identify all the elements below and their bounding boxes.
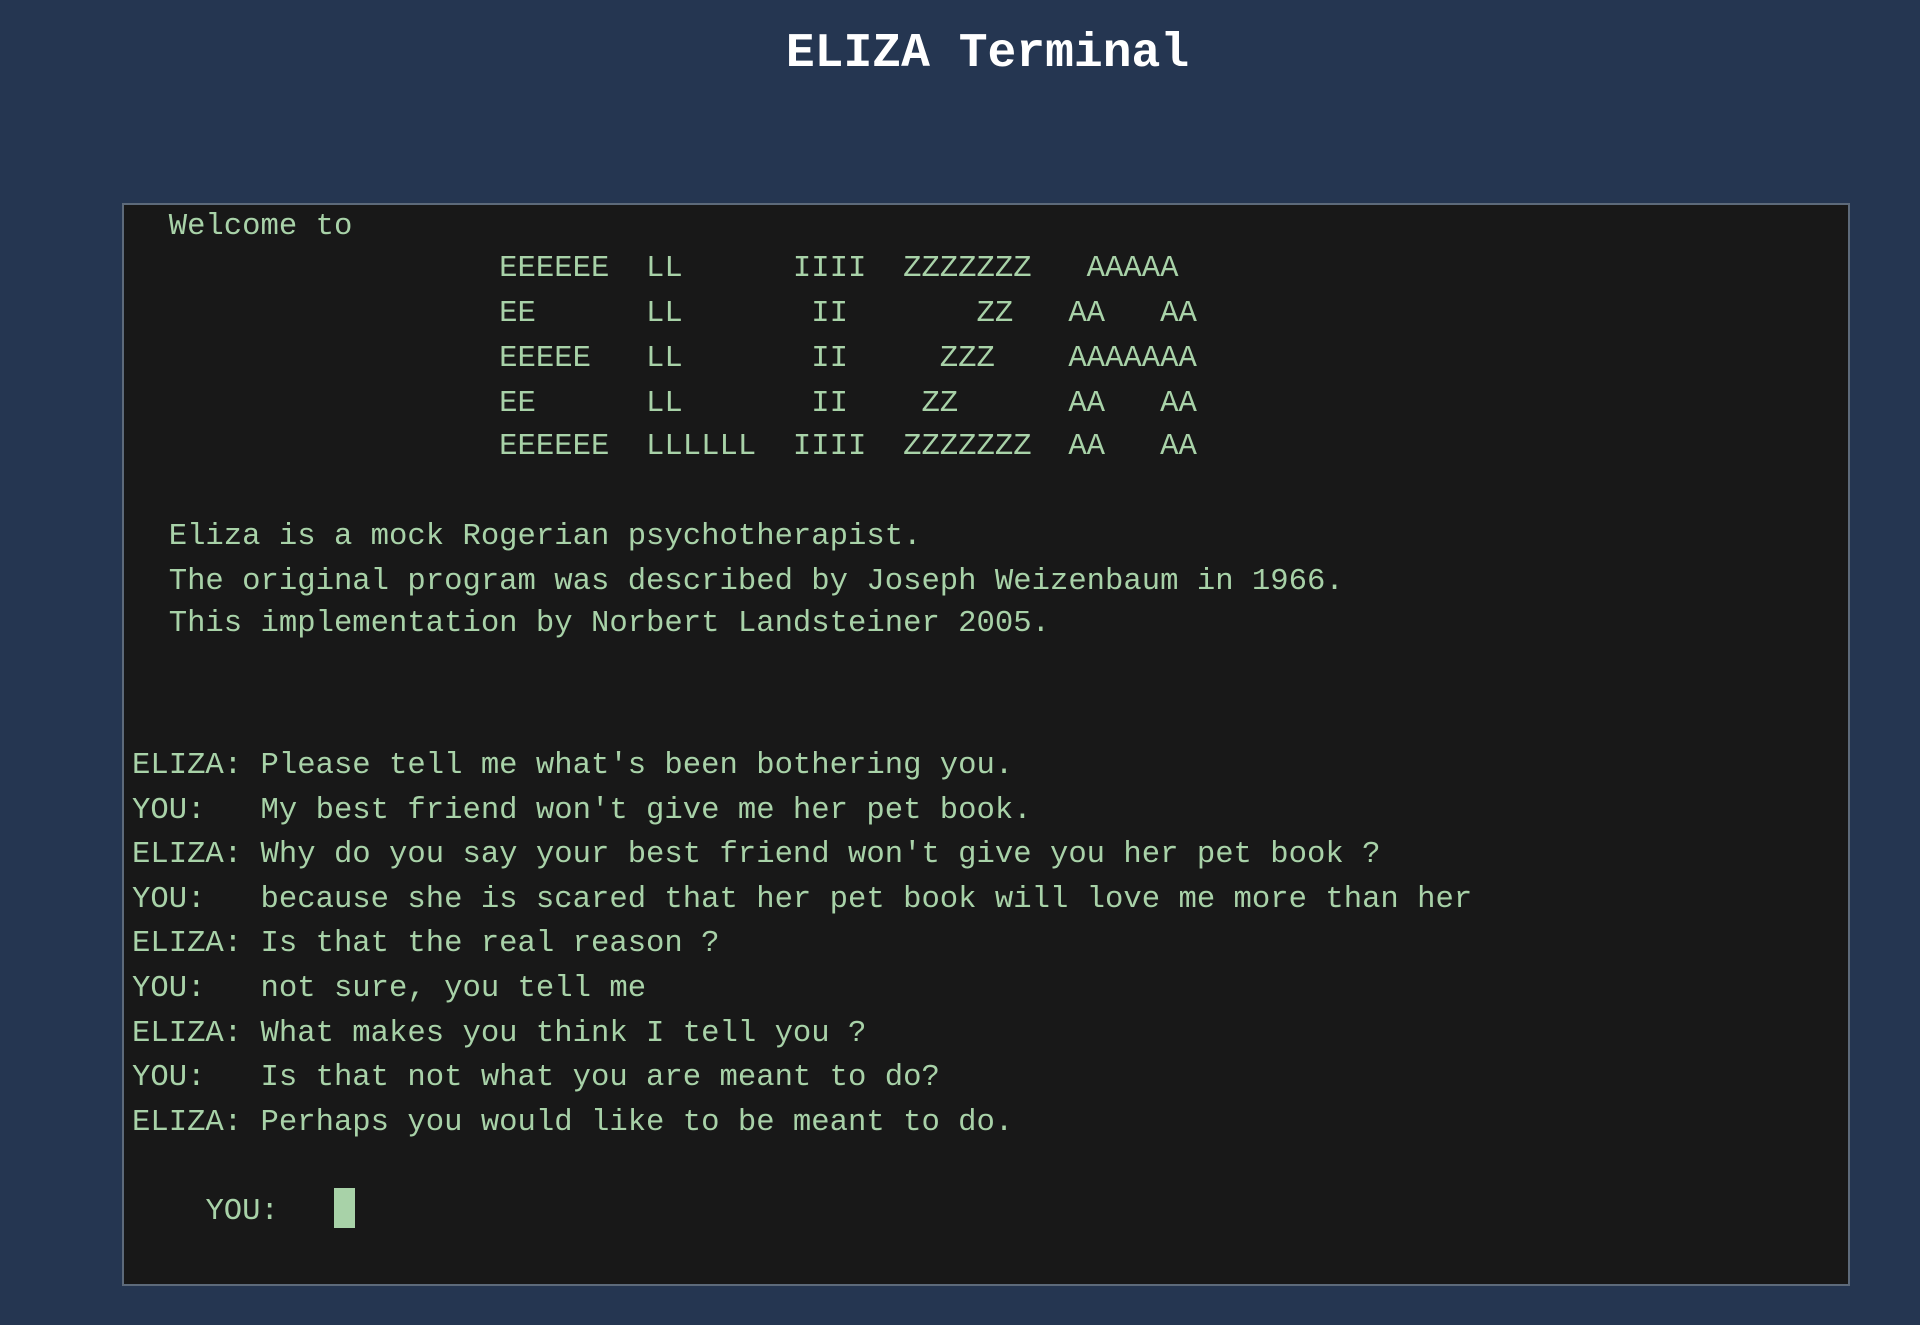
eliza-message: ELIZA: Is that the real reason ? xyxy=(132,927,720,962)
banner-line: The original program was described by Jo… xyxy=(132,565,1344,599)
text-cursor xyxy=(333,1188,355,1229)
prompt-label: YOU: xyxy=(205,1195,334,1230)
user-message: YOU: not sure, you tell me xyxy=(132,972,647,1006)
eliza-message: ELIZA: Please tell me what's been bother… xyxy=(132,749,1014,783)
user-message: YOU: because she is scared that her pet … xyxy=(132,882,1473,917)
banner-line: EEEEEE LL IIII ZZZZZZZ AAAAA xyxy=(132,252,1179,286)
banner-line: EEEEE LL II ZZZ AAAAAAA xyxy=(132,342,1197,376)
user-message: YOU: My best friend won't give me her pe… xyxy=(132,793,1032,828)
user-message: YOU: Is that not what you are meant to d… xyxy=(132,1061,940,1096)
eliza-message: ELIZA: Perhaps you would like to be mean… xyxy=(132,1105,1014,1140)
banner-line: Welcome to xyxy=(132,210,353,244)
banner-line: EEEEEE LLLLLL IIII ZZZZZZZ AA AA xyxy=(132,430,1197,464)
banner-line: EE LL II ZZ AA AA xyxy=(132,297,1197,331)
input-prompt-row[interactable]: YOU: xyxy=(132,1145,355,1229)
page-title: ELIZA Terminal xyxy=(785,27,1190,81)
banner-line: Eliza is a mock Rogerian psychotherapist… xyxy=(132,520,922,554)
banner-line: This implementation by Norbert Landstein… xyxy=(132,607,1050,641)
eliza-message: ELIZA: What makes you think I tell you ? xyxy=(132,1016,867,1051)
banner-line: EE LL II ZZ AA AA xyxy=(132,387,1197,421)
eliza-message: ELIZA: Why do you say your best friend w… xyxy=(132,838,1381,873)
eliza-terminal[interactable]: Welcome to EEEEEE LL IIII ZZZZZZZ AAAAA … xyxy=(122,203,1850,1286)
